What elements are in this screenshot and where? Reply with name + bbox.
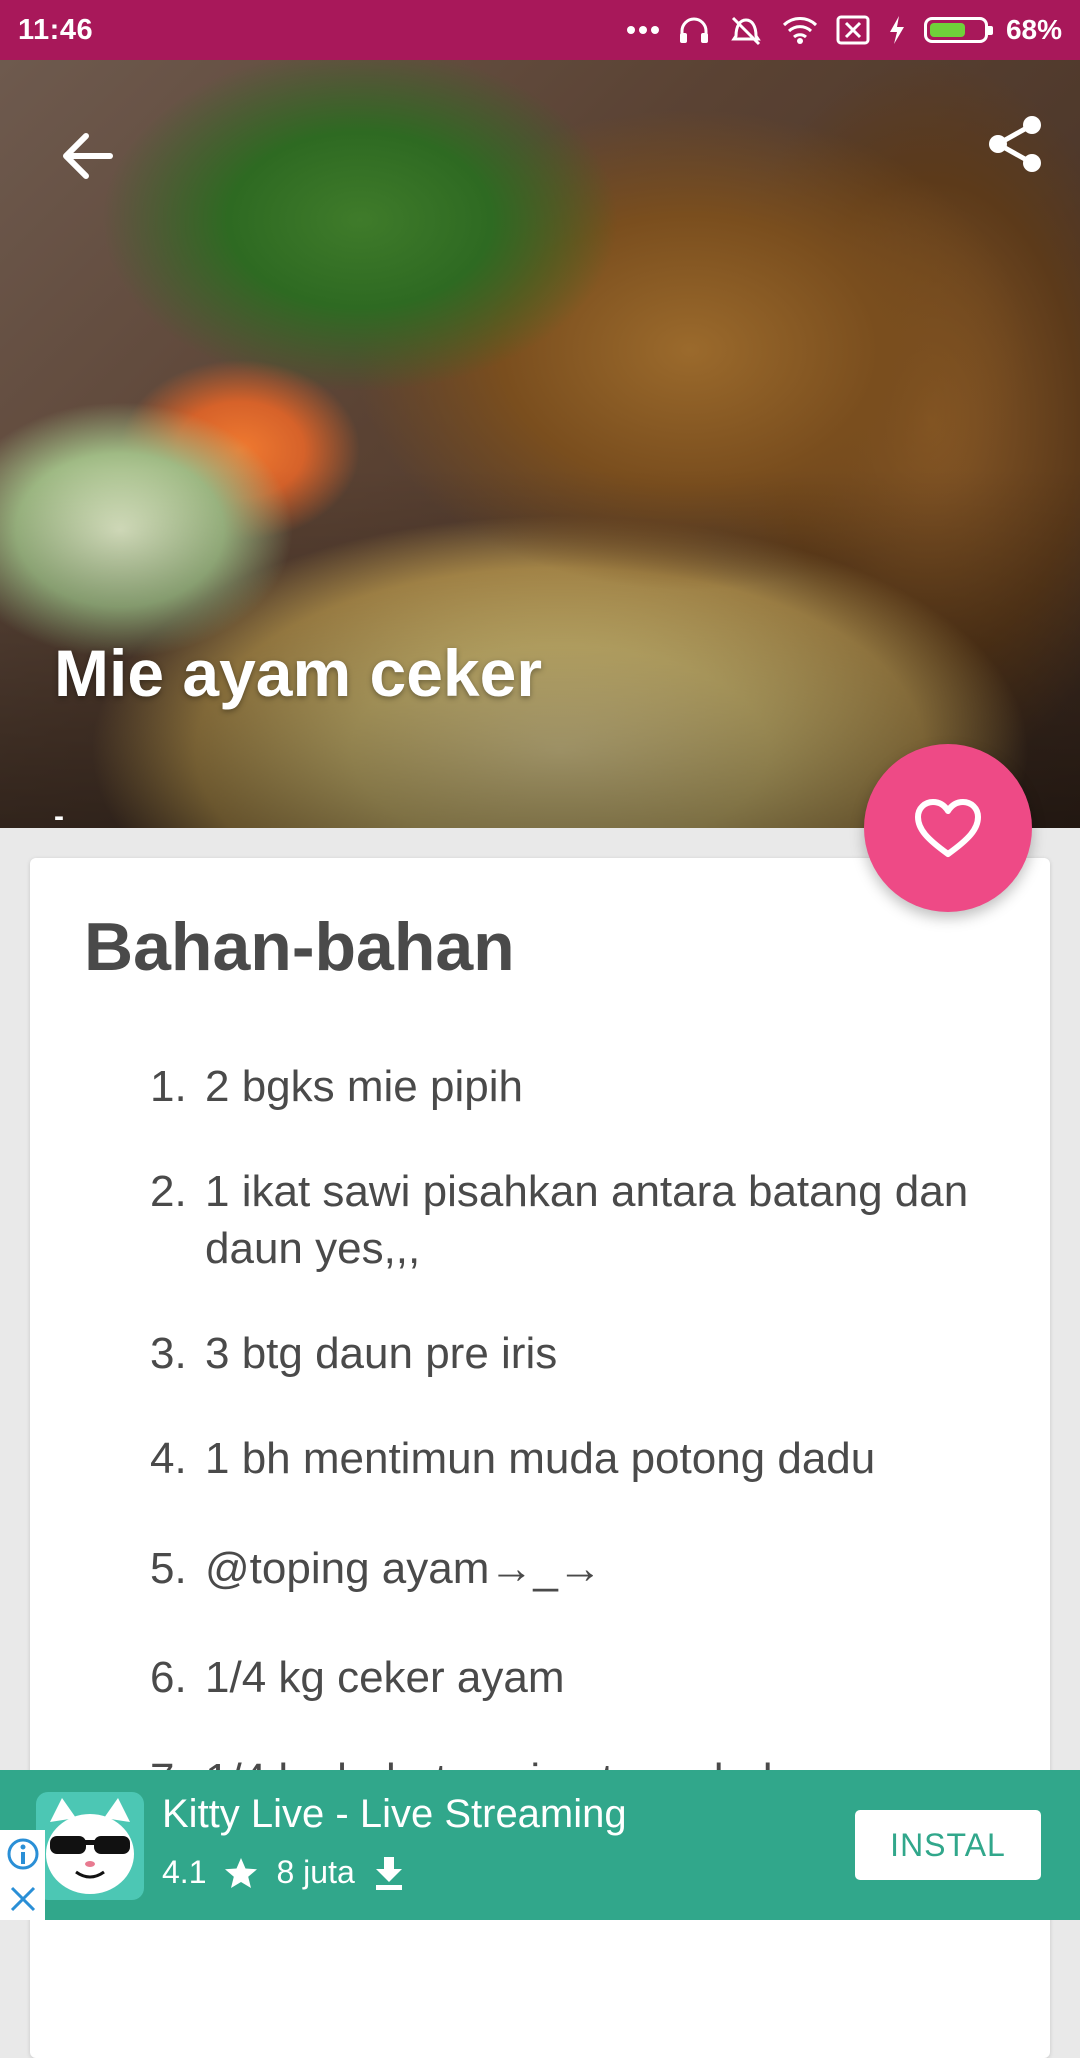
ad-meta: 4.1 8 juta bbox=[162, 1854, 405, 1891]
more-dots-icon bbox=[626, 25, 660, 35]
item-number: 4. bbox=[150, 1434, 187, 1483]
vibrate-off-icon bbox=[728, 14, 764, 46]
wifi-icon bbox=[782, 16, 818, 44]
item-text: 3 btg daun pre iris bbox=[205, 1329, 558, 1378]
star-icon bbox=[225, 1857, 258, 1888]
share-button[interactable] bbox=[976, 104, 1056, 184]
item-text: 2 bgks mie pipih bbox=[205, 1062, 523, 1111]
battery-fill bbox=[929, 23, 966, 37]
ad-banner[interactable]: Kitty Live - Live Streaming 4.1 8 juta I… bbox=[0, 1770, 1080, 1920]
ad-choices[interactable] bbox=[0, 1830, 45, 1920]
install-button[interactable]: INSTAL bbox=[855, 1810, 1041, 1880]
ad-rating: 4.1 bbox=[162, 1854, 207, 1890]
item-number: 3. bbox=[150, 1329, 187, 1378]
ad-app-name: Kitty Live - Live Streaming bbox=[162, 1792, 627, 1836]
battery-icon bbox=[923, 17, 993, 43]
item-number: 6. bbox=[150, 1653, 187, 1702]
favorite-button[interactable] bbox=[864, 744, 1032, 912]
ingredients-heading: Bahan-bahan bbox=[84, 909, 515, 985]
item-text: @toping ayam→_→ bbox=[205, 1544, 602, 1593]
battery-percent: 68% bbox=[1005, 14, 1062, 45]
download-icon bbox=[375, 1856, 402, 1890]
status-icons: 68% bbox=[626, 14, 1062, 46]
heart-outline-icon bbox=[915, 799, 981, 857]
item-text: 1 bh mentimun muda potong dadu bbox=[205, 1434, 876, 1483]
app-icon bbox=[36, 1792, 144, 1900]
recipe-title: Mie ayam ceker bbox=[54, 636, 543, 710]
status-bar: 11:46 68% bbox=[0, 0, 1080, 60]
ad-downloads: 8 juta bbox=[276, 1854, 355, 1890]
recipe-subtitle: - bbox=[54, 800, 64, 828]
item-text: 1/4 kg ceker ayam bbox=[205, 1653, 565, 1702]
charging-icon bbox=[888, 15, 906, 45]
headphone-icon bbox=[678, 15, 710, 45]
item-text: 1 ikat sawi pisahkan antara batang dan d… bbox=[205, 1167, 969, 1273]
arrow-back-icon bbox=[63, 133, 113, 179]
item-number: 1. bbox=[150, 1062, 187, 1111]
recipe-photo: Mie ayam ceker - bbox=[0, 60, 1080, 828]
share-icon bbox=[989, 116, 1041, 172]
close-icon[interactable] bbox=[8, 1884, 38, 1914]
back-button[interactable] bbox=[48, 116, 128, 196]
item-number: 2. bbox=[150, 1167, 187, 1216]
info-icon[interactable] bbox=[6, 1837, 40, 1871]
status-time: 11:46 bbox=[18, 13, 94, 46]
sim-x-icon bbox=[836, 15, 870, 45]
item-number: 5. bbox=[150, 1544, 187, 1593]
